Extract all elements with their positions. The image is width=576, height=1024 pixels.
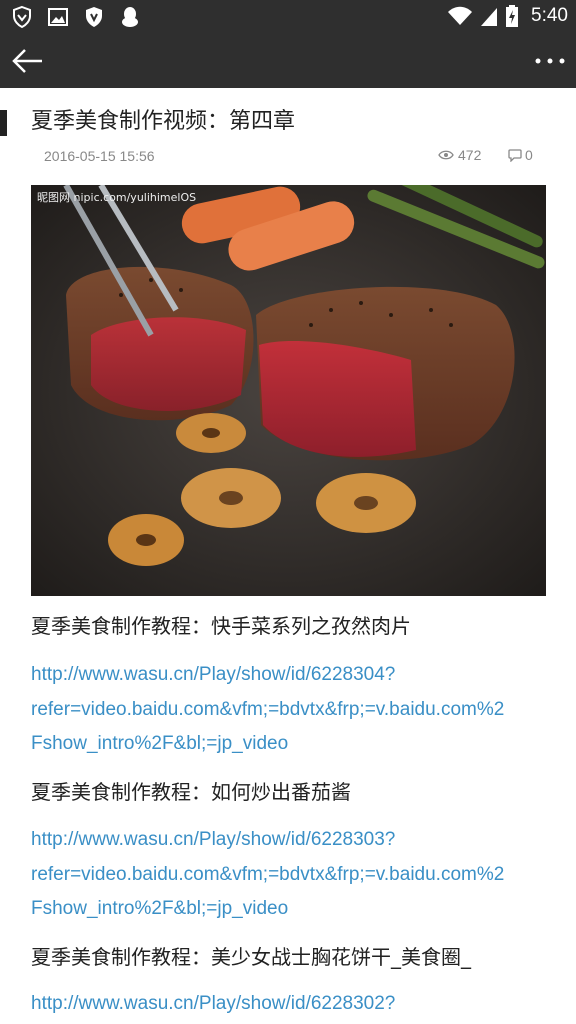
comment-count-value: 0 <box>525 147 533 163</box>
app-bar <box>0 34 576 88</box>
video-link-2-line-1[interactable]: http://www.wasu.cn/Play/show/id/6228303? <box>31 829 395 851</box>
status-time: 5:40 <box>531 5 568 26</box>
section-title-1: 夏季美食制作教程：快手菜系列之孜然肉片 <box>31 614 411 638</box>
video-link-1-line-3[interactable]: Fshow_intro%2F&bl;=jp_video <box>31 733 288 755</box>
article-title: 夏季美食制作视频：第四章 <box>31 109 296 134</box>
view-count: 472 <box>438 147 481 163</box>
status-bar: 5:40 <box>0 0 576 34</box>
steak-illustration <box>31 185 546 596</box>
section-title-3: 夏季美食制作教程：美少女战士胸花饼干_美食圈_ <box>31 945 471 969</box>
publish-date: 2016-05-15 15:56 <box>44 148 155 164</box>
video-link-2-line-2[interactable]: refer=video.baidu.com&vfm;=bdvtx&frp;=v.… <box>31 864 504 886</box>
battery-charging-icon <box>506 5 519 27</box>
steak-photo[interactable]: 昵图网 nipic.com/yulihimelOS <box>31 185 546 596</box>
section-title-2: 夏季美食制作教程：如何炒出番茄酱 <box>31 780 351 804</box>
title-marker <box>0 110 7 136</box>
image-watermark: 昵图网 nipic.com/yulihimelOS <box>37 191 197 204</box>
image-notification-icon <box>48 8 68 26</box>
back-button[interactable] <box>8 41 48 81</box>
vpn-shield-icon <box>13 5 31 29</box>
article-meta: 2016-05-15 15:56 472 0 <box>0 146 576 168</box>
eye-icon <box>438 150 454 160</box>
more-options-button[interactable] <box>530 41 570 81</box>
arrow-left-icon <box>12 49 42 73</box>
video-link-3-line-1[interactable]: http://www.wasu.cn/Play/show/id/6228302? <box>31 993 395 1015</box>
video-link-1-line-1[interactable]: http://www.wasu.cn/Play/show/id/6228304? <box>31 664 395 686</box>
article-content: 夏季美食制作视频：第四章 2016-05-15 15:56 472 0 昵图网 … <box>0 88 576 1024</box>
comment-count[interactable]: 0 <box>508 147 533 163</box>
signal-icon <box>481 8 498 26</box>
view-count-value: 472 <box>458 147 482 163</box>
article-header: 夏季美食制作视频：第四章 <box>0 106 576 138</box>
comment-bubble-icon <box>508 148 522 162</box>
video-link-1-line-2[interactable]: refer=video.baidu.com&vfm;=bdvtx&frp;=v.… <box>31 699 504 721</box>
video-link-2-line-3[interactable]: Fshow_intro%2F&bl;=jp_video <box>31 898 288 920</box>
qq-penguin-icon <box>122 7 138 27</box>
more-dots-icon <box>535 58 565 64</box>
wifi-icon <box>448 6 473 25</box>
shield-notification-icon <box>86 7 102 27</box>
